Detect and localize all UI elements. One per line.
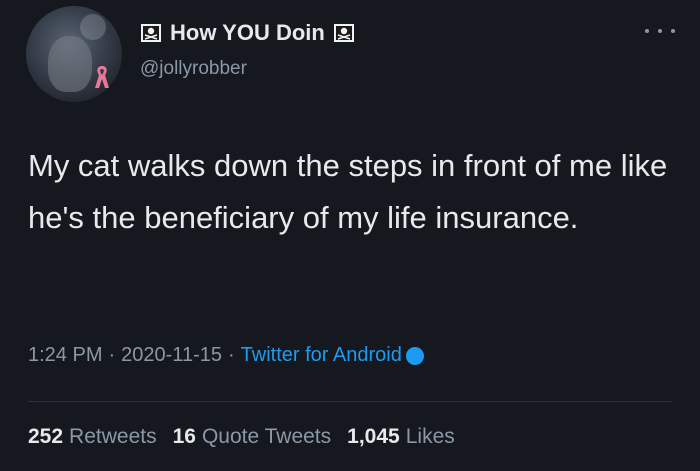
retweets-count: 252 [28,425,64,448]
quote-tweets-label: Quote Tweets [201,425,332,448]
retweets-label: Retweets [69,425,157,448]
quote-tweets-stat[interactable]: 16 Quote Tweets [173,425,332,449]
likes-stat[interactable]: 1,045 Likes [347,425,455,449]
quote-tweets-count: 16 [172,425,196,448]
meta-separator: · [108,344,116,366]
more-options-icon[interactable] [645,24,675,38]
pirate-flag-icon [333,24,354,42]
meta-separator: · [227,344,235,366]
author-handle[interactable]: @jollyrobber [140,58,247,80]
avatar-face [48,36,92,92]
tweet-card: How YOU Doin @jollyrobber My cat walks d… [0,0,700,471]
author-display-name[interactable]: How YOU Doin [170,20,325,46]
pirate-flag-icon [141,24,161,42]
tweet-source-link[interactable]: Twitter for Android [241,344,402,367]
tweet-stats: 252 Retweets 16 Quote Tweets 1,045 Likes [28,425,471,449]
tweet-date[interactable]: 2020-11-15 [121,344,222,367]
likes-label: Likes [405,425,455,448]
more-dot [658,29,662,33]
tweet-text: My cat walks down the steps in front of … [28,148,668,235]
more-dot [671,29,675,33]
likes-count: 1,045 [347,425,400,448]
more-dot [645,29,649,33]
retweets-stat[interactable]: 252 Retweets [28,425,157,449]
avatar-highlight [80,14,106,40]
divider [28,401,672,402]
tweet-time[interactable]: 1:24 PM [28,344,102,367]
pink-ribbon-icon [95,66,109,88]
blue-dot-icon [405,346,424,365]
tweet-meta: 1:24 PM · 2020-11-15 · Twitter for Andro… [28,344,424,367]
author-name-row: How YOU Doin [140,18,355,48]
